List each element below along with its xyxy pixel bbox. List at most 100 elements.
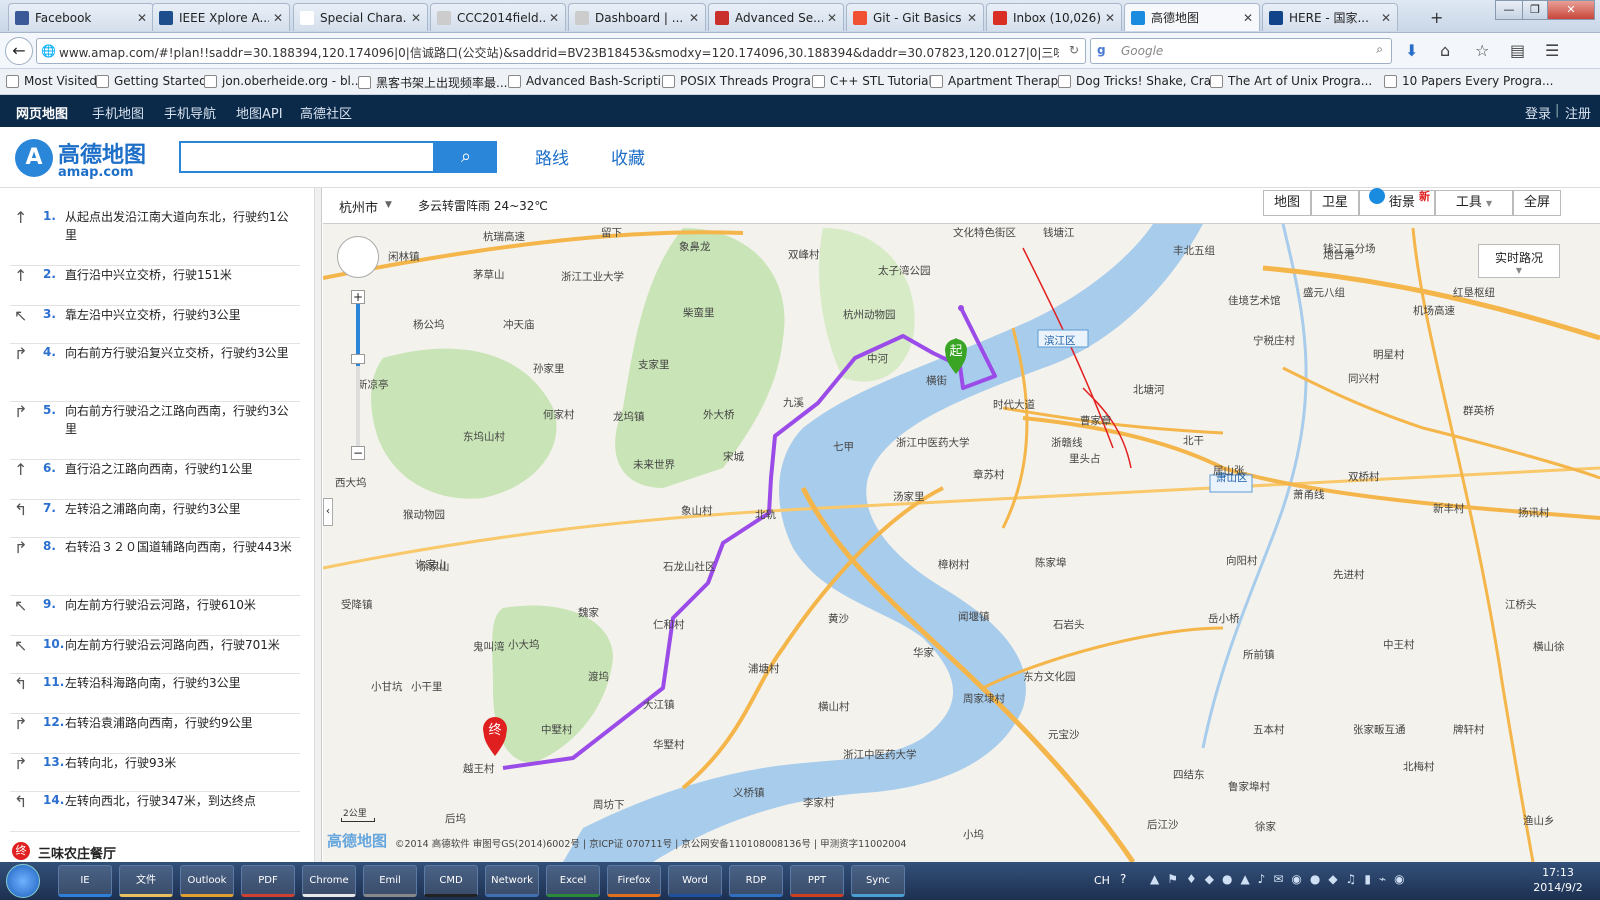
taskbar-app-button[interactable]: RDP [729,865,783,897]
map-place-label[interactable]: 杨公坞 [413,318,445,331]
clock-time[interactable]: 17:13 [1528,866,1588,879]
map-search-button[interactable]: ⌕ [435,141,497,173]
minimize-button[interactable]: — [1495,0,1523,20]
map-place-label[interactable]: 小大坞 [508,638,540,651]
language-indicator[interactable]: CH [1094,874,1110,887]
direction-step[interactable]: ↑ 1. 从起点出发沿江南大道向东北，行驶约1公里 [10,208,300,266]
tab-close-icon[interactable]: ✕ [137,11,147,25]
map-place-label[interactable]: 李家村 [803,796,835,809]
map-place-label[interactable]: 樟树村 [938,558,970,571]
map-place-label[interactable]: 孙家里 [533,362,565,375]
clock-date[interactable]: 2014/9/2 [1520,881,1596,894]
map-place-label[interactable]: 同兴村 [1348,372,1380,385]
tab-close-icon[interactable]: ✕ [827,11,837,25]
map-place-label[interactable]: 双峰村 [788,248,820,261]
bookmark-item[interactable]: Getting Started [96,74,207,88]
map-place-label[interactable]: 浦塘村 [748,662,780,675]
map-place-label[interactable]: 何家村 [543,408,575,421]
map-place-label[interactable]: 元宝沙 [1048,728,1080,741]
map-view[interactable]: 杭州市 ▼ 多云转雷阵雨 24~32℃ 地图 卫星 街景 新 工具 ▼ 全屏 起… [323,188,1600,862]
map-place-label[interactable]: 横山徐 [1533,640,1565,653]
map-place-label[interactable]: 新丰村 [1433,502,1465,515]
browser-tab[interactable]: 高德地图 ✕ [1124,3,1260,31]
panel-scrollbar[interactable] [314,188,321,862]
map-place-label[interactable]: 群英桥 [1463,404,1495,417]
map-place-label[interactable]: 越王村 [463,762,495,775]
register-link[interactable]: 注册 [1565,103,1591,122]
bookmark-item[interactable]: 黑客书架上出现频率最... [358,74,507,91]
browser-tab[interactable]: HERE - 国家... ✕ [1262,3,1398,31]
map-place-label[interactable]: 闲林镇 [388,250,420,263]
map-place-label[interactable]: 东方文化园 [1023,670,1076,683]
map-place-label[interactable]: 柴蛮里 [683,306,715,319]
map-place-label[interactable]: 中墅村 [541,723,573,736]
map-place-label[interactable]: 钱塘江 [1043,226,1075,239]
map-place-label[interactable]: 大江镇 [643,698,675,711]
amap-logo-icon[interactable]: A [15,139,53,177]
map-place-label[interactable]: 冲天庙 [503,318,535,331]
taskbar-app-button[interactable]: IE [58,865,112,897]
taskbar-app-button[interactable]: Chrome [302,865,356,897]
map-place-label[interactable]: 扬讯村 [1518,506,1550,519]
tab-close-icon[interactable]: ✕ [1381,11,1391,25]
tab-close-icon[interactable]: ✕ [549,11,559,25]
tab-close-icon[interactable]: ✕ [1105,11,1115,25]
taskbar-app-button[interactable]: Outlook [180,865,234,897]
map-place-label[interactable]: 西大坞 [335,476,367,489]
map-place-label[interactable]: 中王村 [1383,638,1415,651]
browser-tab[interactable]: CCC2014field... ✕ [430,3,566,31]
map-place-label[interactable]: 杭州动物园 [843,308,896,321]
map-place-label[interactable]: 浙江中医药大学 [843,748,917,761]
collapse-panel-button[interactable]: ‹ [323,498,333,526]
direction-step[interactable]: ↰ 14. 左转向西北，行驶347米，到达终点 [10,792,300,832]
city-selector[interactable]: 杭州市 [339,197,378,216]
bookmark-item[interactable]: jon.oberheide.org - bl... [204,74,362,88]
map-place-label[interactable]: 浙江中医药大学 [896,436,970,449]
direction-step[interactable]: ↑ 6. 直行沿之江路向西南，行驶约1公里 [10,460,300,500]
map-place-label[interactable]: 丰北五组 [1173,244,1215,257]
map-place-label[interactable]: 先进村 [1333,568,1365,581]
map-place-label[interactable]: 留下 [601,226,622,239]
map-place-label[interactable]: 张家畈互通 [1353,723,1406,736]
bookmark-item[interactable]: Advanced Bash-Scripti... [508,74,672,88]
map-place-label[interactable]: 宋城 [723,450,744,463]
bookmark-item[interactable]: POSIX Threads Progra... [662,74,822,88]
map-place-label[interactable]: 所前镇 [1243,648,1275,661]
maximize-button[interactable]: ❐ [1522,0,1548,20]
map-place-label[interactable]: 盛元八组 [1303,286,1345,299]
browser-tab[interactable]: Dashboard | ... ✕ [568,3,706,31]
map-place-label[interactable]: 炮台港 [1323,248,1355,261]
bookmark-item[interactable]: The Art of Unix Progra... [1210,74,1372,88]
map-place-label[interactable]: 徐家山 [418,560,450,573]
map-place-label[interactable]: 石龙山社区 [663,560,716,573]
favorites-link[interactable]: 收藏 [611,144,645,169]
city-dropdown-icon[interactable]: ▼ [385,200,392,210]
site-nav-item[interactable]: 手机地图 [92,103,144,122]
map-place-label[interactable]: 周家埭村 [963,692,1005,705]
browser-tab[interactable]: Special Chara... ✕ [293,3,428,31]
map-place-label[interactable]: 龙坞镇 [613,410,645,423]
destination-name[interactable]: 三味农庄餐厅 [38,843,116,862]
map-place-label[interactable]: 魏家 [578,606,599,619]
map-place-label[interactable]: 浙江工业大学 [561,270,624,283]
map-place-label[interactable]: 黄沙 [828,612,849,625]
back-button[interactable]: ← [5,37,33,65]
menu-icon[interactable]: ☰ [1545,41,1559,60]
taskbar-app-button[interactable]: PPT [790,865,844,897]
map-place-label[interactable]: 陈家埠 [1035,556,1067,569]
map-place-label[interactable]: 七甲 [833,441,854,453]
map-place-label[interactable]: 闻堰镇 [958,610,990,623]
browser-tab[interactable]: Git - Git Basics ✕ [846,3,984,31]
direction-step[interactable]: ↖ 3. 靠左沿中兴立交桥，行驶约3公里 [10,306,300,344]
map-place-label[interactable]: 太子湾公园 [878,264,931,277]
zoom-slider-handle[interactable] [351,354,365,364]
tab-close-icon[interactable]: ✕ [689,11,699,25]
direction-step[interactable]: ↰ 11. 左转沿科海路向南，行驶约3公里 [10,674,300,714]
new-tab-button[interactable]: + [1430,8,1443,27]
map-place-label[interactable]: 石岩头 [1053,618,1085,631]
bookmarks-list-icon[interactable]: ▤ [1510,41,1525,60]
browser-tab[interactable]: Inbox (10,026)... ✕ [986,3,1122,31]
taskbar-app-button[interactable]: 文件 [119,865,173,897]
map-place-label[interactable]: 东坞山村 [463,430,505,443]
tab-close-icon[interactable]: ✕ [967,11,977,25]
